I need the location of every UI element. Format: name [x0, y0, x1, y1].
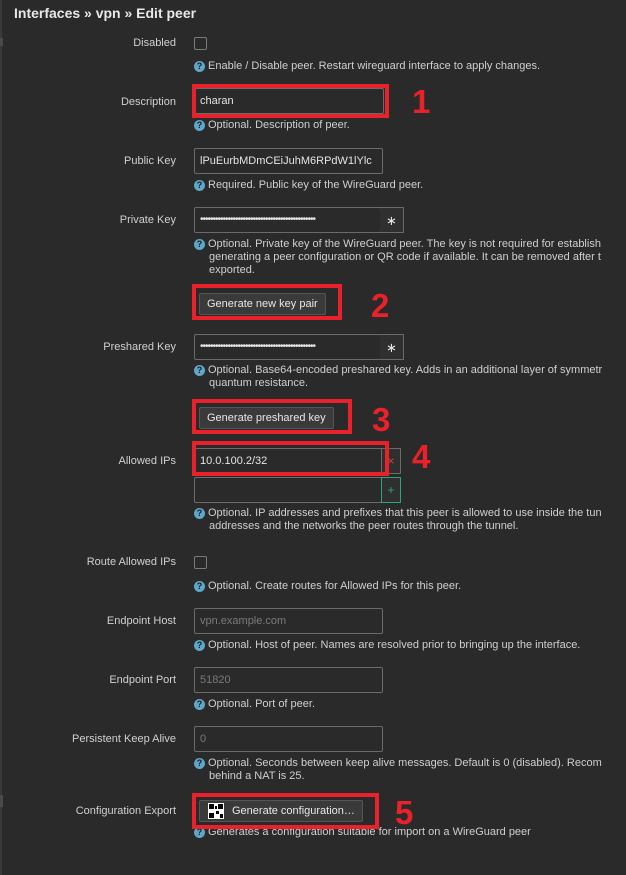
help-icon: ?	[194, 581, 205, 592]
allowed-ips-label: Allowed IPs	[118, 455, 176, 467]
disabled-checkbox[interactable]	[194, 37, 207, 50]
keepalive-input[interactable]: 0	[194, 726, 383, 752]
annotation-number-3: 3	[372, 401, 391, 438]
endpoint-port-help: ? Optional. Port of peer.	[194, 698, 315, 711]
preshared-key-input[interactable]: ••••••••••••••••••••••••••••••••••••••••…	[194, 334, 381, 360]
public-key-input[interactable]: lPuEurbMDmCEiJuhM6RPdW1lYlc	[194, 148, 383, 174]
help-icon: ?	[194, 699, 205, 710]
private-key-input[interactable]: ••••••••••••••••••••••••••••••••••••••••…	[194, 207, 381, 233]
public-key-help: ? Required. Public key of the WireGuard p…	[194, 179, 423, 192]
help-icon: ?	[194, 640, 205, 651]
reveal-preshared-key-button[interactable]: ∗	[380, 334, 404, 360]
route-allowed-ips-label: Route Allowed IPs	[86, 556, 176, 568]
allowed-ips-help: ? Optional. IP addresses and prefixes tha…	[194, 507, 602, 533]
endpoint-port-input[interactable]: 51820	[194, 667, 383, 693]
keepalive-help: ? Optional. Seconds between keep alive me…	[194, 757, 602, 783]
endpoint-host-label: Endpoint Host	[106, 615, 176, 627]
annotation-number-5: 5	[395, 794, 414, 831]
private-key-label: Private Key	[119, 214, 176, 226]
annotation-highlight-2	[192, 284, 342, 320]
endpoint-host-input[interactable]: vpn.example.com	[194, 608, 383, 634]
endpoint-host-help: ? Optional. Host of peer. Names are resol…	[194, 639, 580, 652]
endpoint-port-label: Endpoint Port	[109, 674, 176, 686]
annotation-highlight-5	[192, 793, 379, 829]
reveal-private-key-button[interactable]: ∗	[380, 207, 404, 233]
help-icon: ?	[194, 508, 205, 519]
help-icon: ?	[194, 120, 205, 131]
add-allowed-ip-button[interactable]: +	[381, 477, 401, 503]
route-allowed-ips-help: ? Optional. Create routes for Allowed IPs…	[194, 580, 461, 593]
annotation-number-1: 1	[412, 83, 431, 120]
allowed-ip-new-input[interactable]	[194, 477, 382, 503]
help-icon: ?	[194, 239, 205, 250]
keepalive-label: Persistent Keep Alive	[72, 733, 176, 745]
help-icon: ?	[194, 61, 205, 72]
description-help: ? Optional. Description of peer.	[194, 119, 350, 132]
annotation-number-2: 2	[371, 287, 390, 324]
annotation-highlight-4	[192, 441, 389, 476]
private-key-help: ? Optional. Private key of the WireGuard …	[194, 238, 601, 277]
description-label: Description	[120, 96, 176, 108]
help-icon: ?	[194, 180, 205, 191]
config-export-label: Configuration Export	[75, 805, 176, 817]
disabled-label: Disabled	[133, 37, 176, 49]
disabled-help: ? Enable / Disable peer. Restart wireguar…	[194, 60, 540, 73]
annotation-highlight-1	[192, 84, 389, 118]
route-allowed-ips-checkbox[interactable]	[194, 556, 207, 569]
help-icon: ?	[194, 758, 205, 769]
preshared-key-label: Preshared Key	[103, 341, 176, 353]
annotation-highlight-3	[192, 399, 352, 434]
annotation-number-4: 4	[412, 438, 431, 475]
public-key-label: Public Key	[124, 155, 176, 167]
preshared-key-help: ? Optional. Base64-encoded preshared key.…	[194, 364, 602, 390]
help-icon: ?	[194, 365, 205, 376]
page-title: Interfaces » vpn » Edit peer	[14, 5, 197, 21]
